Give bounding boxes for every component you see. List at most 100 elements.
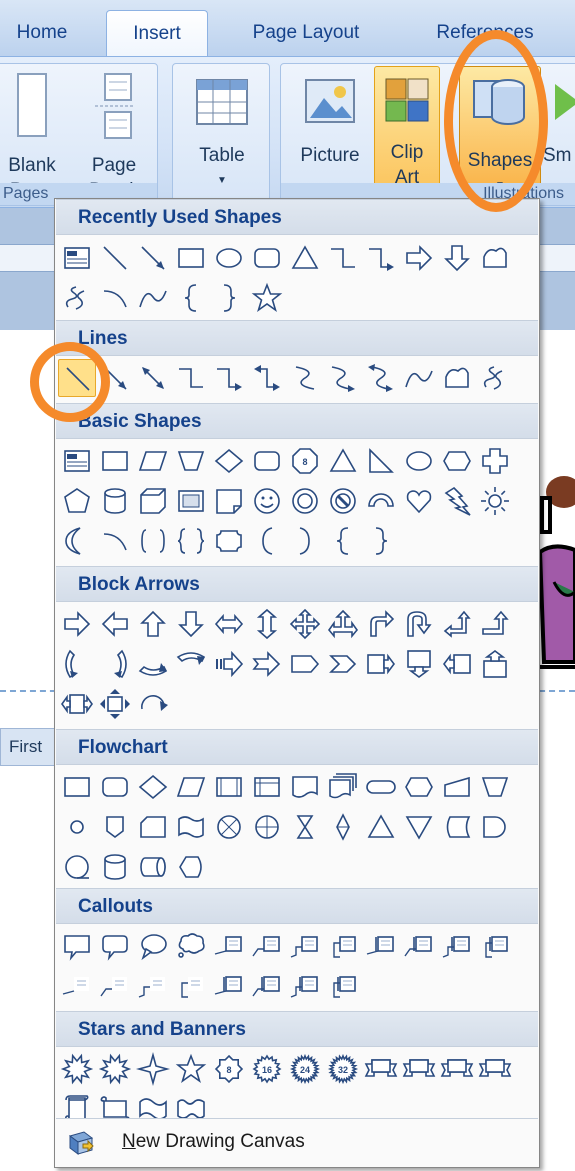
merge-icon[interactable] (400, 808, 438, 846)
text-box-icon[interactable] (58, 239, 96, 277)
32-point-star-icon[interactable]: 32 (324, 1050, 362, 1088)
oval-callout-icon[interactable] (134, 927, 172, 965)
quad-arrow-icon[interactable] (286, 605, 324, 643)
striped-right-arrow-icon[interactable] (210, 645, 248, 683)
down-ribbon-icon[interactable] (400, 1050, 438, 1088)
sun-icon[interactable] (476, 482, 514, 520)
line-callout-1-border-accent-icon[interactable] (210, 967, 248, 1005)
direct-access-storage-icon[interactable] (134, 848, 172, 886)
right-brace-icon[interactable] (210, 279, 248, 317)
line-callout-1-icon[interactable] (210, 927, 248, 965)
curve-icon[interactable] (400, 359, 438, 397)
card-icon[interactable] (134, 808, 172, 846)
line-callout-3-no-border-icon[interactable] (134, 967, 172, 1005)
double-bracket-icon[interactable] (134, 522, 172, 560)
notched-right-arrow-icon[interactable] (248, 645, 286, 683)
stored-data-icon[interactable] (438, 808, 476, 846)
display-icon[interactable] (172, 848, 210, 886)
arc-icon[interactable] (96, 522, 134, 560)
up-arrow-icon[interactable] (134, 605, 172, 643)
alternate-process-icon[interactable] (96, 768, 134, 806)
left-bracket-icon[interactable] (248, 522, 286, 560)
circular-arrow-icon[interactable] (134, 685, 172, 723)
donut-icon[interactable] (286, 482, 324, 520)
curved-down-arrow-icon[interactable] (172, 645, 210, 683)
line-callout-3-icon[interactable] (286, 927, 324, 965)
left-brace-icon[interactable] (172, 279, 210, 317)
cube-icon[interactable] (134, 482, 172, 520)
right-bracket-icon[interactable] (286, 522, 324, 560)
octagon-icon[interactable]: 8 (286, 442, 324, 480)
manual-operation-icon[interactable] (476, 768, 514, 806)
bent-arrow-icon[interactable] (362, 605, 400, 643)
isosceles-triangle-icon[interactable] (324, 442, 362, 480)
preparation-icon[interactable] (400, 768, 438, 806)
right-arrow-icon[interactable] (400, 239, 438, 277)
curved-right-arrow-icon[interactable] (58, 645, 96, 683)
elbow-arrow-connector-icon[interactable] (362, 239, 400, 277)
line-callout-1-no-border-icon[interactable] (58, 967, 96, 1005)
line-callout-2-no-border-icon[interactable] (96, 967, 134, 1005)
manual-input-icon[interactable] (438, 768, 476, 806)
right-triangle-icon[interactable] (362, 442, 400, 480)
plaque-icon[interactable] (210, 522, 248, 560)
left-right-arrow-icon[interactable] (210, 605, 248, 643)
arrow-icon[interactable] (134, 239, 172, 277)
punched-tape-icon[interactable] (172, 808, 210, 846)
curved-up-arrow-icon[interactable] (134, 645, 172, 683)
arc-icon[interactable] (96, 279, 134, 317)
rectangle-icon[interactable] (96, 442, 134, 480)
bent-up-arrow-icon[interactable] (476, 605, 514, 643)
tab-insert[interactable]: Insert (106, 10, 208, 56)
elbow-double-arrow-icon[interactable] (248, 359, 286, 397)
curve-icon[interactable] (134, 279, 172, 317)
or-icon[interactable] (248, 808, 286, 846)
triangle-icon[interactable] (286, 239, 324, 277)
pentagon-arrow-icon[interactable] (286, 645, 324, 683)
explosion-1-icon[interactable] (58, 1050, 96, 1088)
sort-icon[interactable] (324, 808, 362, 846)
moon-icon[interactable] (58, 522, 96, 560)
smiley-face-icon[interactable] (248, 482, 286, 520)
delay-icon[interactable] (476, 808, 514, 846)
internal-storage-icon[interactable] (248, 768, 286, 806)
curved-arrow-connector-icon[interactable] (324, 359, 362, 397)
text-box-icon[interactable] (58, 442, 96, 480)
tab-page-layout[interactable]: Page Layout (228, 10, 384, 56)
scribble-icon[interactable] (476, 359, 514, 397)
data-icon[interactable] (172, 768, 210, 806)
parallelogram-icon[interactable] (134, 442, 172, 480)
up-ribbon-icon[interactable] (362, 1050, 400, 1088)
down-arrow-icon[interactable] (172, 605, 210, 643)
elbow-connector-icon[interactable] (172, 359, 210, 397)
line-callout-4-icon[interactable] (324, 927, 362, 965)
freeform-icon[interactable] (476, 239, 514, 277)
multidocument-icon[interactable] (324, 768, 362, 806)
block-arc-icon[interactable] (362, 482, 400, 520)
document-icon[interactable] (286, 768, 324, 806)
sequential-access-storage-icon[interactable] (58, 848, 96, 886)
cloud-callout-icon[interactable] (172, 927, 210, 965)
right-arrow-callout-icon[interactable] (362, 645, 400, 683)
elbow-arrow-connector-icon[interactable] (210, 359, 248, 397)
double-brace-icon[interactable] (172, 522, 210, 560)
rectangle-icon[interactable] (172, 239, 210, 277)
star-icon[interactable] (248, 279, 286, 317)
left-arrow-callout-icon[interactable] (438, 645, 476, 683)
cross-icon[interactable] (476, 442, 514, 480)
extract-icon[interactable] (362, 808, 400, 846)
line-callout-3-accent-icon[interactable] (438, 927, 476, 965)
process-icon[interactable] (58, 768, 96, 806)
bevel-icon[interactable] (172, 482, 210, 520)
rounded-rectangle-icon[interactable] (248, 239, 286, 277)
rectangular-callout-icon[interactable] (58, 927, 96, 965)
line-callout-2-accent-icon[interactable] (400, 927, 438, 965)
down-arrow-icon[interactable] (438, 239, 476, 277)
folded-corner-icon[interactable] (210, 482, 248, 520)
oval-icon[interactable] (400, 442, 438, 480)
elbow-connector-icon[interactable] (324, 239, 362, 277)
right-arrow-icon[interactable] (58, 605, 96, 643)
quad-arrow-callout-icon[interactable] (96, 685, 134, 723)
first-page-tab[interactable]: First (0, 728, 58, 766)
summing-junction-icon[interactable] (210, 808, 248, 846)
